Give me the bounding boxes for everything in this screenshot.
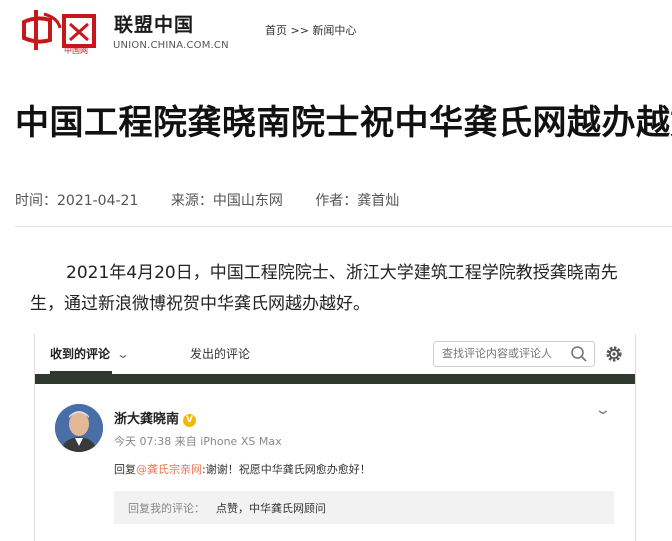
article-title: 中国工程院龚晓南院士祝中华龚氏网越办越好 xyxy=(15,103,672,143)
search-icon[interactable] xyxy=(570,345,588,363)
comment-timestamp: 今天 07:38 来自 iPhone XS Max xyxy=(114,435,282,448)
weibo-tab-bar: 收到的评论 ⌄ 发出的评论 xyxy=(35,334,635,374)
weibo-comment-screenshot: 收到的评论 ⌄ 发出的评论 查找评论内容或评论人 浙大龚晓南 V 今天 07:3… xyxy=(34,334,636,541)
tab-received-comments[interactable]: 收到的评论 ⌄ xyxy=(50,345,131,362)
comment-card: 浙大龚晓南 V 今天 07:38 来自 iPhone XS Max ⌄ 回复@龚氏… xyxy=(35,384,635,541)
article-source: 来源：中国山东网 xyxy=(170,193,283,209)
reply-prefix: 回复 xyxy=(114,463,136,476)
comment-search-box xyxy=(433,341,595,367)
article-meta: 时间：2021-04-21 来源：中国山东网 作者：龚首灿 xyxy=(15,190,427,210)
username-text: 浙大龚晓南 xyxy=(114,412,180,427)
breadcrumb-home-link[interactable]: 首页 xyxy=(265,24,287,37)
breadcrumb-separator: >> xyxy=(290,24,309,37)
gear-icon[interactable] xyxy=(605,345,623,363)
china-net-logo[interactable]: 中国网 xyxy=(20,6,106,55)
logo-text: 中国网 xyxy=(64,45,88,54)
comment-text: 回复@龚氏宗亲网:谢谢！祝愿中华龚氏网愈办愈好！ xyxy=(114,461,371,477)
site-domain: UNION.CHINA.COM.CN xyxy=(113,40,229,51)
tab-received-label: 收到的评论 xyxy=(50,347,111,361)
quote-label: 回复我的评论： xyxy=(128,502,205,515)
breadcrumb: 首页 >> 新闻中心 xyxy=(265,22,356,38)
chevron-down-icon[interactable]: ⌄ xyxy=(594,402,612,418)
chevron-down-icon: ⌄ xyxy=(116,347,131,361)
article-author: 作者：龚首灿 xyxy=(315,193,400,209)
article-paragraph: 2021年4月20日，中国工程院院士、浙江大学建筑工程学院教授龚晓南先生，通过新… xyxy=(30,263,618,314)
site-header: 中国网 联盟中国 UNION.CHINA.COM.CN 首页 >> 新闻中心 xyxy=(0,0,672,62)
avatar[interactable] xyxy=(55,404,103,452)
quote-text: 点赞，中华龚氏网顾问 xyxy=(216,502,326,515)
breadcrumb-section-link[interactable]: 新闻中心 xyxy=(312,24,356,37)
reply-body: :谢谢！祝愿中华龚氏网愈办愈好！ xyxy=(202,463,371,476)
comment-username[interactable]: 浙大龚晓南 V xyxy=(114,408,197,427)
quoted-comment: 回复我的评论： 点赞，中华龚氏网顾问 xyxy=(114,491,614,524)
meta-divider xyxy=(15,226,672,227)
article-time: 时间：2021-04-21 xyxy=(15,193,139,209)
comment-search-input[interactable] xyxy=(442,345,567,362)
verified-icon: V xyxy=(183,414,197,427)
tab-sent-comments[interactable]: 发出的评论 xyxy=(190,345,250,362)
site-name: 联盟中国 xyxy=(114,14,195,36)
mention-link[interactable]: @龚氏宗亲网 xyxy=(136,463,202,476)
dark-band xyxy=(35,374,635,384)
